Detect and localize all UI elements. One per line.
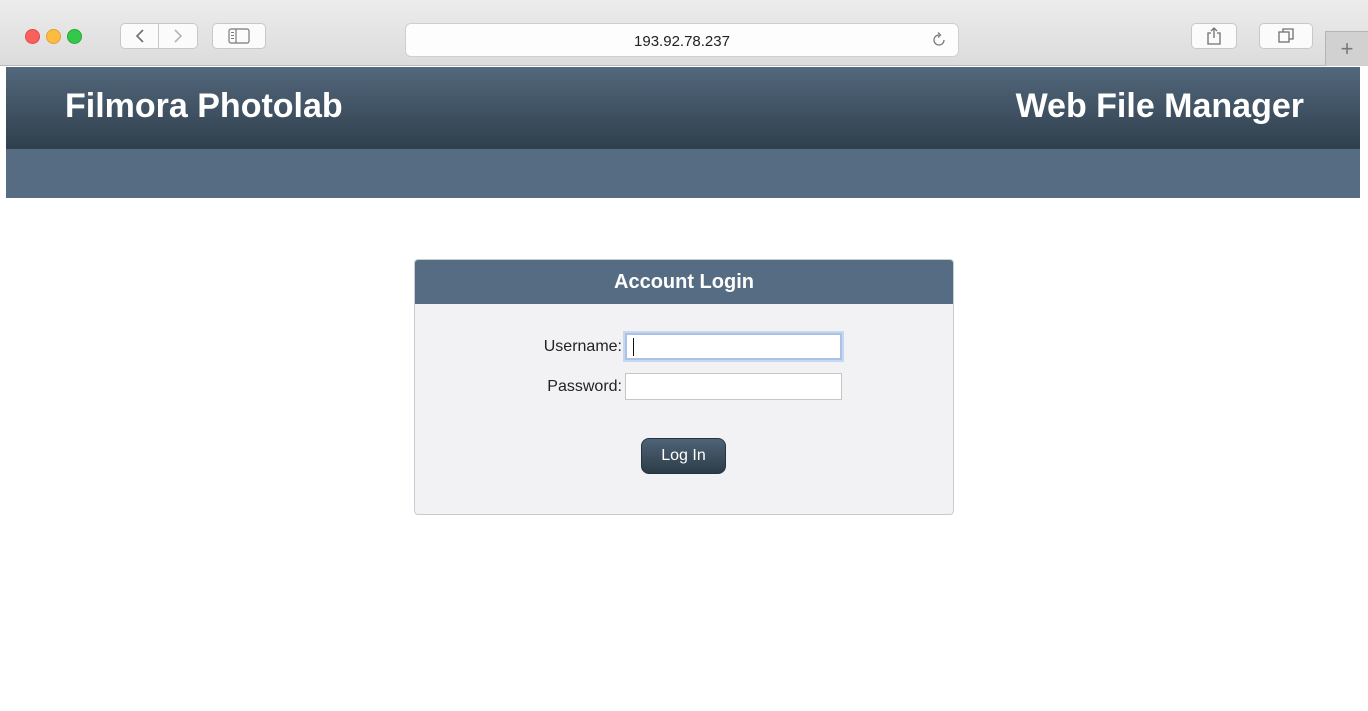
zoom-window-button[interactable] — [67, 29, 82, 44]
chevron-left-icon — [135, 29, 144, 43]
username-label: Username: — [543, 338, 622, 355]
reload-icon[interactable] — [930, 31, 948, 49]
address-bar[interactable]: 193.92.78.237 — [405, 23, 959, 57]
browser-toolbar: 193.92.78.237 + — [0, 0, 1368, 66]
chevron-right-icon — [174, 29, 183, 43]
share-icon — [1207, 27, 1221, 45]
app-title: Web File Manager — [1015, 87, 1304, 125]
password-input[interactable] — [625, 373, 842, 400]
new-tab-button[interactable]: + — [1325, 31, 1368, 66]
log-in-button[interactable]: Log In — [641, 438, 726, 474]
site-subbar — [6, 149, 1360, 198]
tabs-overview-icon — [1278, 28, 1294, 43]
password-label: Password: — [547, 378, 622, 395]
login-panel-title: Account Login — [415, 260, 953, 304]
sidebar-toggle-button[interactable] — [212, 23, 266, 49]
site-header: Filmora Photolab Web File Manager — [6, 67, 1360, 149]
username-input[interactable] — [625, 333, 842, 360]
password-row: Password: — [415, 373, 953, 401]
url-text: 193.92.78.237 — [634, 33, 730, 50]
login-panel: Account Login Username: Password: Log In — [414, 259, 954, 515]
forward-button[interactable] — [159, 23, 198, 49]
minimize-window-button[interactable] — [46, 29, 61, 44]
username-row: Username: — [415, 333, 953, 361]
back-button[interactable] — [120, 23, 159, 49]
browser-window: 193.92.78.237 + Filmora Photolab Web Fil… — [0, 0, 1368, 711]
navigation-buttons — [120, 23, 198, 49]
text-caret — [633, 338, 634, 356]
site-brand: Filmora Photolab — [65, 87, 343, 125]
share-button[interactable] — [1191, 23, 1237, 49]
sidebar-icon — [228, 28, 250, 44]
show-tabs-button[interactable] — [1259, 23, 1313, 49]
close-window-button[interactable] — [25, 29, 40, 44]
